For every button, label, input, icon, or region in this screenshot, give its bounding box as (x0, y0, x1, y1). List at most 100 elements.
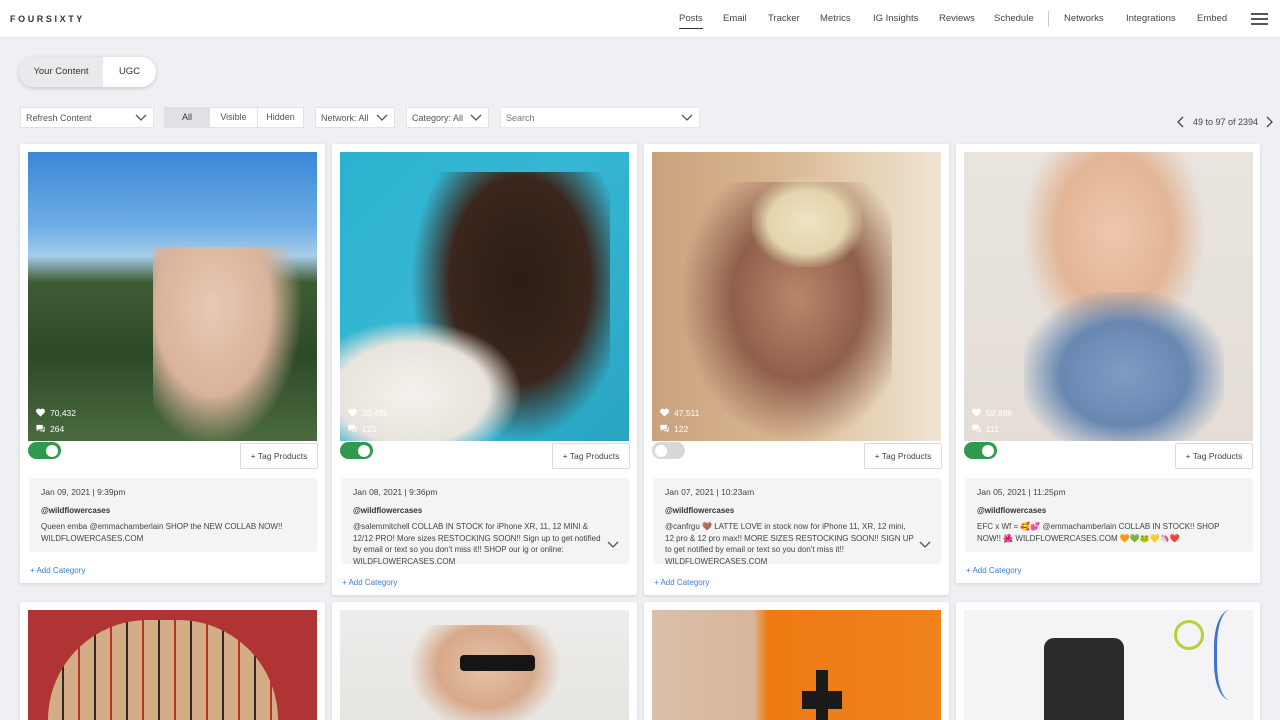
chevron-right-icon[interactable] (1264, 116, 1274, 128)
search-field (500, 107, 700, 128)
post-card (956, 602, 1260, 720)
visibility-toggle[interactable] (28, 442, 61, 459)
comments-count: 122 (674, 423, 689, 434)
likes-stat: 70,432 (35, 407, 76, 418)
post-username[interactable]: @wildflowercases (977, 506, 1241, 515)
post-username[interactable]: @wildflowercases (353, 506, 617, 515)
likes-count: 70,432 (50, 407, 76, 418)
comments-icon (348, 424, 357, 433)
heart-icon (36, 408, 45, 417)
comments-stat: 123 (347, 423, 376, 434)
logo[interactable]: FOURSIXTY (10, 14, 85, 24)
post-image[interactable] (340, 610, 629, 720)
add-category-link[interactable]: + Add Category (654, 578, 709, 587)
tag-products-button[interactable]: + Tag Products (1175, 443, 1253, 469)
visibility-toggle[interactable] (964, 442, 997, 459)
post-image[interactable]: 38,435 123 (340, 152, 629, 441)
search-input[interactable] (506, 113, 676, 123)
post-card (20, 602, 325, 720)
visibility-hidden-button[interactable]: Hidden (258, 108, 303, 127)
nav-tracker[interactable]: Tracker (768, 13, 800, 24)
comments-icon (972, 424, 981, 433)
post-image[interactable]: 70,432 264 (28, 152, 317, 441)
post-image-sunglasses (460, 655, 535, 671)
post-caption: @canfrgu 🤎 LATTE LOVE in stock now for i… (665, 522, 914, 566)
nav-posts[interactable]: Posts (679, 13, 703, 29)
post-card (644, 602, 949, 720)
nav-embed[interactable]: Embed (1197, 13, 1227, 24)
expand-caption-chevron-icon[interactable] (919, 540, 931, 550)
nav-networks[interactable]: Networks (1064, 13, 1104, 24)
nav-integrations[interactable]: Integrations (1126, 13, 1176, 24)
post-date: Jan 09, 2021 | 9:39pm (41, 487, 126, 497)
caption-box: Jan 08, 2021 | 9:36pm @wildflowercases @… (341, 478, 629, 566)
comments-count: 123 (362, 423, 377, 434)
post-image-doodle (1174, 620, 1204, 650)
visibility-visible-button[interactable]: Visible (210, 108, 258, 127)
post-date: Jan 05, 2021 | 11:25pm (977, 487, 1066, 497)
heart-icon (348, 408, 357, 417)
add-category-link[interactable]: + Add Category (30, 566, 85, 575)
post-date: Jan 08, 2021 | 9:36pm (353, 487, 438, 497)
post-image[interactable] (964, 610, 1253, 720)
add-category-link[interactable]: + Add Category (342, 578, 397, 587)
refresh-content-dropdown[interactable]: Refresh Content (20, 107, 154, 128)
post-username[interactable]: @wildflowercases (665, 506, 929, 515)
caption-box: Jan 05, 2021 | 11:25pm @wildflowercases … (965, 478, 1253, 552)
post-image-phone-case (1044, 638, 1124, 720)
comments-stat: 111 (971, 423, 999, 434)
post-image-fill (652, 610, 941, 720)
nav-ig-insights[interactable]: IG Insights (873, 13, 918, 24)
post-image-hair (752, 177, 862, 267)
nav-reviews[interactable]: Reviews (939, 13, 975, 24)
post-caption: @salemmitchell COLLAB IN STOCK for iPhon… (353, 522, 601, 566)
post-image[interactable] (652, 610, 941, 720)
likes-stat: 38,435 (347, 407, 388, 418)
visibility-all-button[interactable]: All (165, 108, 210, 127)
post-image[interactable] (28, 610, 317, 720)
post-card (332, 602, 637, 720)
tag-products-button[interactable]: + Tag Products (864, 443, 942, 469)
heart-icon (660, 408, 669, 417)
post-caption: Queen emba @emmachamberlain SHOP the NEW… (41, 522, 283, 543)
post-username[interactable]: @wildflowercases (41, 506, 305, 515)
post-card: 70,432 264 + Tag Products Jan 09, 2021 |… (20, 144, 325, 583)
chevron-down-icon (135, 114, 147, 121)
post-image-subject (153, 247, 303, 441)
post-image[interactable]: 47,511 122 (652, 152, 941, 441)
network-filter-dropdown[interactable]: Network: All (315, 107, 395, 128)
post-card: 47,511 122 + Tag Products Jan 07, 2021 |… (644, 144, 949, 595)
caption-box: Jan 07, 2021 | 10:23am @wildflowercases … (653, 478, 941, 566)
heart-icon (972, 408, 981, 417)
visibility-toggle[interactable] (652, 442, 685, 459)
visibility-toggle[interactable] (340, 442, 373, 459)
comments-count: 264 (50, 423, 65, 434)
expand-caption-chevron-icon[interactable] (607, 540, 619, 550)
content-source-switch: Your Content UGC (19, 57, 156, 87)
post-caption: EFC x Wf = 🥰💕 @emmachamberlain COLLAB IN… (977, 522, 1220, 543)
post-image[interactable]: 59,898 111 (964, 152, 1253, 441)
post-image-doodle (1214, 610, 1253, 700)
nav-schedule[interactable]: Schedule (994, 13, 1034, 24)
tag-products-button[interactable]: + Tag Products (552, 443, 630, 469)
category-filter-dropdown[interactable]: Category: All (406, 107, 489, 128)
comments-stat: 264 (35, 423, 64, 434)
ugc-tab[interactable]: UGC (103, 57, 156, 87)
chevron-down-icon[interactable] (681, 111, 693, 123)
nav-divider (1048, 11, 1049, 27)
your-content-tab[interactable]: Your Content (19, 57, 103, 87)
nav-email[interactable]: Email (723, 13, 747, 24)
caption-box: Jan 09, 2021 | 9:39pm @wildflowercases Q… (29, 478, 317, 552)
nav-metrics[interactable]: Metrics (820, 13, 851, 24)
chevron-down-icon (376, 114, 388, 121)
comments-stat: 122 (659, 423, 688, 434)
visibility-filter: All Visible Hidden (164, 107, 304, 128)
post-card: 59,898 111 + Tag Products Jan 05, 2021 |… (956, 144, 1260, 583)
add-category-link[interactable]: + Add Category (966, 566, 1021, 575)
post-image-garment (1024, 292, 1224, 441)
tag-products-button[interactable]: + Tag Products (240, 443, 318, 469)
chevron-left-icon[interactable] (1176, 116, 1186, 128)
hamburger-menu-icon[interactable] (1251, 13, 1268, 25)
pagination-range: 49 to 97 of 2394 (1193, 117, 1259, 127)
comments-icon (36, 424, 45, 433)
